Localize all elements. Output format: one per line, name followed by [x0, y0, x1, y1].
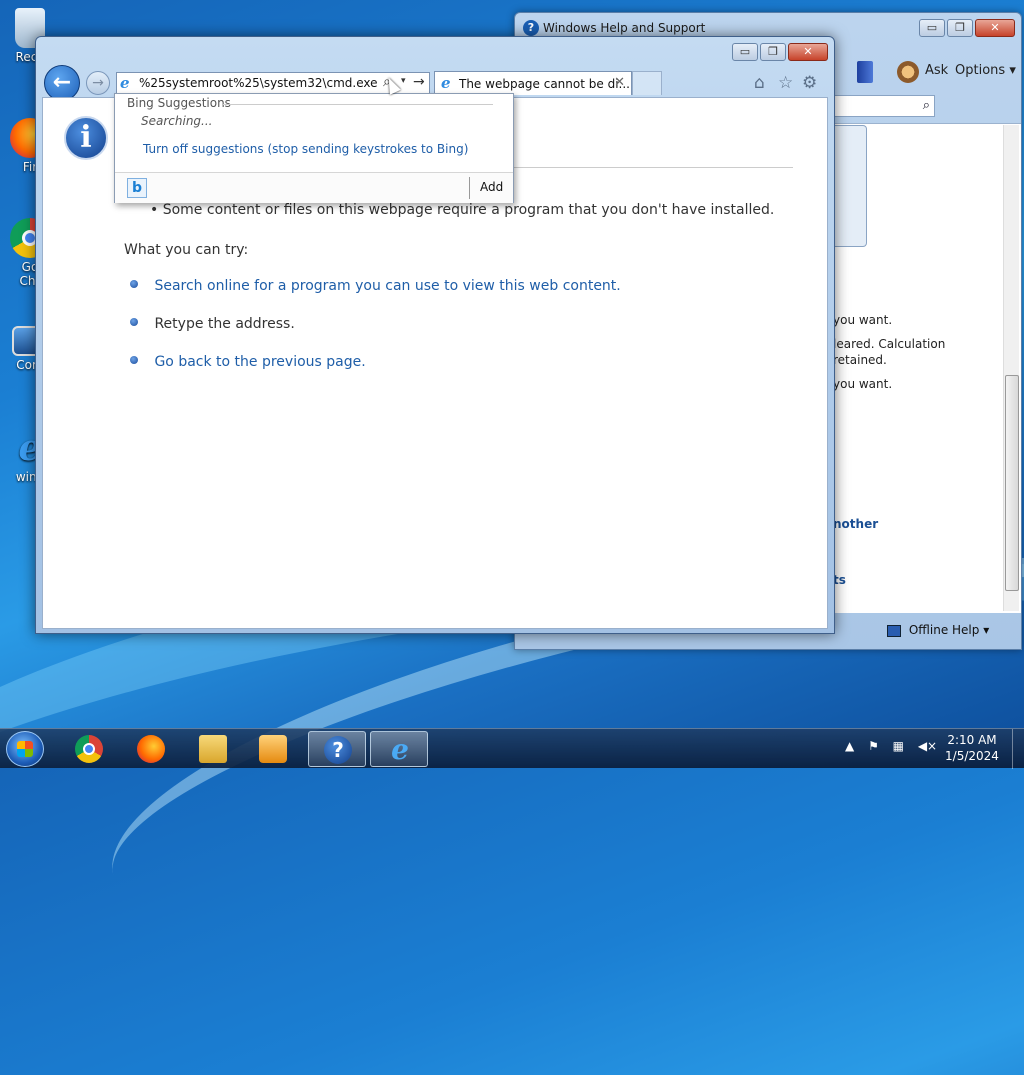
taskbar-help-support[interactable]: ? [308, 731, 366, 767]
chevron-down-icon: ▾ [1009, 63, 1016, 78]
taskbar-file-explorer[interactable] [184, 731, 242, 767]
help-text-fragment: leared. Calculation [833, 337, 946, 351]
media-player-icon [259, 735, 287, 763]
ie-maximize-button[interactable]: ❐ [760, 43, 786, 61]
ie-page-icon: e [120, 74, 130, 92]
browse-help-icon[interactable] [857, 61, 873, 83]
home-icon[interactable]: ⌂ [754, 73, 765, 93]
bing-icon[interactable]: b [127, 178, 147, 198]
help-link[interactable]: nother [833, 517, 878, 531]
search-suggestions-dropdown: Bing Suggestions Searching... Turn off s… [114, 93, 514, 203]
go-back-link[interactable]: Go back to the previous page. [154, 354, 365, 370]
help-scrollbar[interactable] [1003, 125, 1019, 611]
firefox-icon [137, 735, 165, 763]
help-icon: ? [324, 736, 352, 764]
help-text-fragment: you want. [833, 313, 893, 327]
ask-people-icon[interactable] [897, 61, 919, 83]
tab-label: The webpage cannot be di... [459, 77, 630, 91]
ie-close-button[interactable]: ✕ [788, 43, 828, 61]
go-arrow-icon[interactable]: → [413, 74, 425, 90]
help-maximize-button[interactable]: ❐ [947, 19, 973, 37]
help-search-input[interactable]: ⌕ [831, 95, 935, 117]
help-scrollbar-thumb[interactable] [1005, 375, 1019, 591]
info-icon: i [64, 116, 108, 160]
chevron-down-icon[interactable]: ▾ [401, 76, 406, 86]
suggestions-heading: Bing Suggestions [127, 96, 231, 110]
offline-help-label: Offline Help [908, 623, 980, 637]
tray-overflow-icon[interactable]: ▲ [845, 739, 854, 753]
taskbar-chrome[interactable] [60, 731, 118, 767]
try-item-go-back[interactable]: Go back to the previous page. [130, 354, 366, 370]
forward-button[interactable]: → [86, 71, 110, 95]
ie-caption-buttons: ▭ ❐ ✕ [732, 43, 828, 61]
taskbar: ? e ▲ ⚑ ▦ ◀× 2:10 AM 1/5/2024 [0, 728, 1024, 769]
clock[interactable]: 2:10 AM 1/5/2024 [940, 732, 1004, 764]
bullet-icon [130, 318, 138, 326]
options-label: Options [955, 63, 1006, 78]
bullet-icon: • [150, 202, 159, 218]
retype-text: Retype the address. [154, 316, 295, 332]
help-toolbar: Ask Options ▾ [835, 47, 1021, 91]
help-close-button[interactable]: ✕ [975, 19, 1015, 37]
add-provider-button[interactable]: Add [480, 180, 503, 194]
try-item-retype: Retype the address. [130, 316, 295, 332]
turn-off-suggestions-link[interactable]: Turn off suggestions (stop sending keyst… [143, 142, 468, 156]
help-text-fragment: retained. [833, 353, 887, 367]
help-text-fragment: you want. [833, 377, 893, 391]
ask-button[interactable]: Ask [925, 63, 948, 78]
divider [469, 177, 470, 199]
search-icon[interactable]: ⌕ [923, 98, 930, 113]
volume-muted-icon[interactable]: ◀× [918, 739, 937, 753]
error-detail-item: • Some content or files on this webpage … [150, 202, 774, 218]
system-tray: ▲ ⚑ ▦ ◀× [845, 739, 947, 753]
favorites-star-icon[interactable]: ☆ [778, 73, 793, 93]
clock-date: 1/5/2024 [945, 749, 999, 763]
help-icon: ? [523, 20, 539, 36]
divider [223, 104, 493, 105]
error-detail-text: Some content or files on this webpage re… [162, 202, 775, 218]
new-tab-button[interactable] [632, 71, 662, 95]
address-input[interactable]: %25systemroot%25\system32\cmd.exe /c del [139, 76, 379, 90]
show-desktop-button[interactable] [1012, 729, 1024, 769]
tools-gear-icon[interactable]: ⚙ [802, 73, 817, 93]
ie-icon: e [391, 733, 409, 766]
help-window-title: Windows Help and Support [543, 21, 706, 35]
folder-icon [199, 735, 227, 763]
start-button[interactable] [6, 731, 44, 767]
back-button[interactable]: ← [44, 65, 80, 101]
try-item-search-online[interactable]: Search online for a program you can use … [130, 278, 621, 294]
taskbar-media-player[interactable] [244, 731, 302, 767]
search-online-link[interactable]: Search online for a program you can use … [154, 278, 620, 294]
suggestions-status: Searching... [141, 114, 213, 128]
try-heading: What you can try: [124, 242, 249, 258]
search-provider-bar: b Add [115, 172, 513, 203]
action-center-icon[interactable]: ⚑ [868, 739, 879, 753]
tab-close-icon[interactable]: ✕ [614, 75, 625, 90]
tab-webpage-error[interactable]: e The webpage cannot be di... ✕ [434, 71, 632, 95]
ie-page-icon: e [441, 74, 451, 92]
ie-minimize-button[interactable]: ▭ [732, 43, 758, 61]
offline-help-icon [887, 624, 901, 637]
bullet-icon [130, 356, 138, 364]
help-minimize-button[interactable]: ▭ [919, 19, 945, 37]
help-side-panel [831, 125, 867, 247]
network-icon[interactable]: ▦ [893, 739, 904, 753]
address-bar[interactable]: e %25systemroot%25\system32\cmd.exe /c d… [116, 72, 430, 94]
chrome-icon [75, 735, 103, 763]
taskbar-internet-explorer[interactable]: e [370, 731, 428, 767]
taskbar-firefox[interactable] [122, 731, 180, 767]
help-caption-buttons: ▭ ❐ ✕ [919, 19, 1015, 37]
offline-help-button[interactable]: Offline Help ▾ [887, 623, 989, 637]
chevron-down-icon: ▾ [983, 623, 990, 637]
bullet-icon [130, 280, 138, 288]
clock-time: 2:10 AM [947, 733, 997, 747]
options-button[interactable]: Options ▾ [955, 63, 1016, 78]
